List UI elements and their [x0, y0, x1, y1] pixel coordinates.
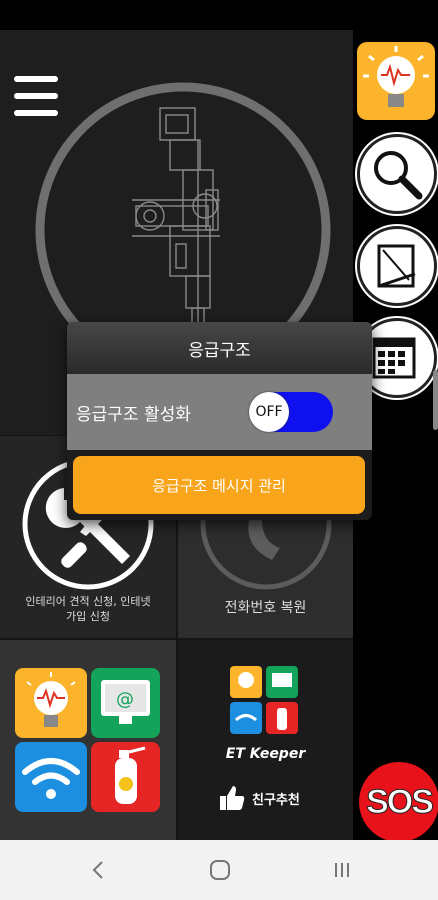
memo-button[interactable]: [357, 226, 437, 306]
search-button[interactable]: [357, 134, 437, 214]
tile-et-keeper[interactable]: ET Keeper 친구추천: [178, 640, 353, 840]
menu-bar: [14, 76, 58, 82]
scrollbar-thumb[interactable]: [433, 370, 438, 430]
back-button[interactable]: [78, 854, 118, 886]
thumbs-up-icon: [220, 786, 245, 810]
recents-button[interactable]: [322, 854, 362, 886]
home-button[interactable]: [200, 854, 240, 886]
email-monitor-icon[interactable]: @: [91, 668, 160, 738]
lightbulb-icon[interactable]: [15, 668, 87, 738]
wifi-icon[interactable]: [15, 742, 87, 812]
emergency-toggle[interactable]: OFF: [249, 392, 333, 432]
dialog-title: 응급구조: [67, 322, 372, 374]
svg-text:@: @: [116, 689, 134, 710]
et-keeper-label: ET Keeper: [225, 746, 306, 762]
note-pad-icon: [377, 244, 416, 288]
activate-label: 응급구조 활성화: [76, 405, 191, 425]
recents-icon: [335, 863, 349, 877]
fire-extinguisher-icon[interactable]: [91, 742, 160, 812]
et-keeper-logo-icon: [230, 666, 298, 734]
tile-phone-restore-label: 전화번호 복원: [224, 600, 307, 616]
sos-button[interactable]: SOS: [359, 762, 438, 842]
menu-bar: [14, 93, 58, 99]
magnifier-icon: [374, 151, 423, 200]
recommend-friend-button[interactable]: 친구추천: [216, 782, 326, 814]
menu-bar: [14, 110, 58, 116]
emergency-dialog: 응급구조 응급구조 활성화 OFF 응급구조 메시지 관리: [67, 322, 372, 520]
home-circle-icon: [210, 860, 230, 880]
tile-interior-label: 인테리어 견적 신청, 인테넷 가입 신청: [0, 594, 176, 624]
navigation-bar: [0, 840, 438, 900]
activate-row: 응급구조 활성화 OFF: [67, 374, 372, 450]
calendar-icon: [372, 337, 416, 379]
label-line: 인테리어 견적 신청, 인테넷: [25, 595, 151, 608]
back-chevron-icon: [92, 861, 103, 879]
menu-button[interactable]: [14, 76, 58, 116]
lightbulb-icon[interactable]: [357, 42, 435, 120]
toggle-knob: OFF: [249, 392, 289, 432]
tile-app-icons[interactable]: @: [0, 640, 176, 840]
manage-message-button[interactable]: 응급구조 메시지 관리: [73, 456, 365, 514]
sos-label: SOS: [366, 782, 435, 821]
recommend-label: 친구추천: [252, 792, 300, 808]
label-line: 가입 신청: [66, 610, 110, 623]
status-bar: [0, 0, 438, 30]
